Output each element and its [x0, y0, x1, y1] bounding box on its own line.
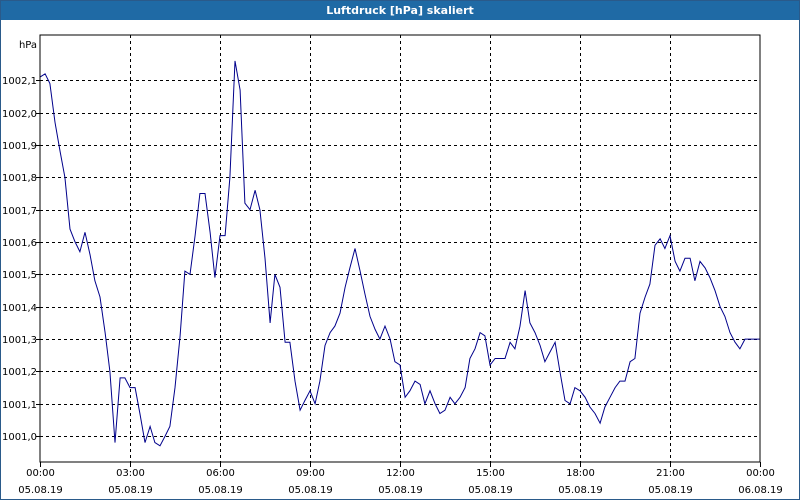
y-axis-label: hPa [19, 40, 37, 51]
y-tick-label: 1001,9 [2, 141, 37, 152]
x-tick-time: 00:00 [746, 468, 775, 479]
x-tick-time: 06:00 [206, 468, 235, 479]
x-axis: 00:00 05.08.19 03:00 05.08.19 06:00 05.08.19 0… [18, 462, 783, 496]
x-tick-time: 18:00 [566, 468, 595, 479]
y-tick-label: 1001,8 [2, 173, 37, 184]
x-tick-time: 21:00 [656, 468, 685, 479]
line-chart: 1001,0 1001,1 1001,2 1001,3 1001,4 1001,5 1001… [2, 34, 783, 496]
y-tick-label: 1001,2 [2, 367, 37, 378]
y-tick-label: 1001,7 [2, 206, 37, 217]
y-tick-label: 1001,4 [2, 303, 37, 314]
x-tick-time: 09:00 [296, 468, 325, 479]
x-tick-date: 05.08.19 [108, 485, 153, 496]
x-tick-date: 05.08.19 [648, 485, 693, 496]
x-tick-date: 05.08.19 [288, 485, 333, 496]
y-tick-label: 1002,1 [2, 76, 37, 87]
x-tick-time: 15:00 [476, 468, 505, 479]
x-tick-time: 03:00 [116, 468, 145, 479]
x-tick-time: 00:00 [26, 468, 55, 479]
x-tick-date: 06.08.19 [738, 485, 783, 496]
x-tick-date: 05.08.19 [18, 485, 63, 496]
y-tick-label: 1001,6 [2, 238, 37, 249]
x-tick-date: 05.08.19 [198, 485, 243, 496]
x-tick-date: 05.08.19 [378, 485, 423, 496]
y-tick-label: 1001,0 [2, 432, 37, 443]
x-tick-time: 12:00 [386, 468, 415, 479]
y-tick-label: 1001,3 [2, 335, 37, 346]
x-tick-date: 05.08.19 [468, 485, 513, 496]
x-tick-date: 05.08.19 [558, 485, 603, 496]
grid-lines [40, 35, 760, 462]
y-tick-label: 1001,5 [2, 270, 37, 281]
y-tick-label: 1002,0 [2, 109, 37, 120]
y-tick-label: 1001,1 [2, 400, 37, 411]
y-axis: 1001,0 1001,1 1001,2 1001,3 1001,4 1001,5 1001… [2, 76, 40, 443]
